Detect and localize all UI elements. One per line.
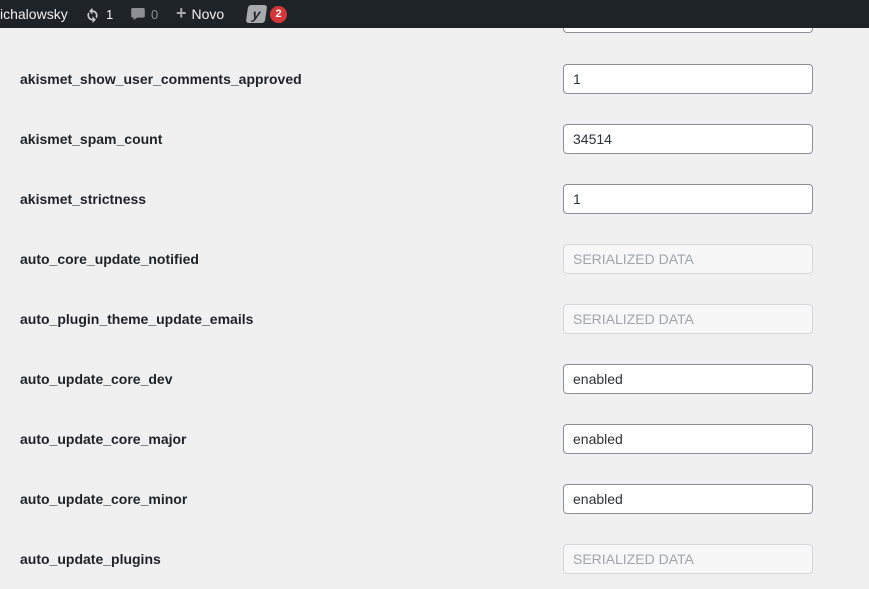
admin-bar-updates[interactable]: 1 [84, 0, 113, 28]
option-name: auto_update_plugins [20, 551, 161, 567]
option-value-input[interactable] [563, 124, 813, 154]
yoast-icon: y [245, 5, 268, 23]
option-name: auto_update_core_dev [20, 371, 173, 387]
all-settings-table: akismet_show_user_comments_approved akis… [0, 49, 869, 589]
option-row: akismet_strictness [0, 169, 869, 229]
option-name: akismet_spam_count [20, 131, 163, 147]
admin-bar: ichalowsky 1 0 + Novo y 2 [0, 0, 869, 28]
option-row: akismet_show_user_comments_approved [0, 49, 869, 109]
option-name: auto_plugin_theme_update_emails [20, 311, 254, 327]
option-value-input[interactable] [563, 184, 813, 214]
update-icon [84, 6, 101, 23]
option-value-input[interactable] [563, 364, 813, 394]
option-row: akismet_spam_count [0, 109, 869, 169]
comments-count: 0 [151, 6, 159, 22]
option-value-input [563, 244, 813, 274]
user-menu-label: ichalowsky [0, 6, 68, 22]
admin-bar-user-menu[interactable]: ichalowsky [0, 0, 68, 28]
option-row: auto_update_plugins [0, 529, 869, 589]
option-row: auto_update_core_major [0, 409, 869, 469]
option-value-input[interactable] [563, 64, 813, 94]
admin-bar-new[interactable]: + Novo [176, 0, 224, 28]
plus-icon: + [176, 3, 187, 23]
new-label: Novo [191, 6, 225, 22]
option-value-input[interactable] [563, 424, 813, 454]
option-name: auto_core_update_notified [20, 251, 199, 267]
option-value-input [563, 304, 813, 334]
option-name: akismet_strictness [20, 191, 147, 207]
updates-count: 1 [106, 6, 114, 22]
notification-badge: 2 [270, 5, 287, 23]
option-row: auto_plugin_theme_update_emails [0, 289, 869, 349]
comments-icon [130, 6, 146, 22]
option-row: auto_update_core_dev [0, 349, 869, 409]
option-name: akismet_show_user_comments_approved [20, 71, 302, 87]
admin-bar-yoast[interactable]: y 2 [245, 0, 287, 28]
option-name: auto_update_core_minor [20, 491, 188, 507]
option-value-input [563, 544, 813, 574]
option-name: auto_update_core_major [20, 431, 187, 447]
admin-bar-comments[interactable]: 0 [130, 0, 158, 28]
option-row: auto_core_update_notified [0, 229, 869, 289]
option-value-input[interactable] [563, 484, 813, 514]
option-row: auto_update_core_minor [0, 469, 869, 529]
